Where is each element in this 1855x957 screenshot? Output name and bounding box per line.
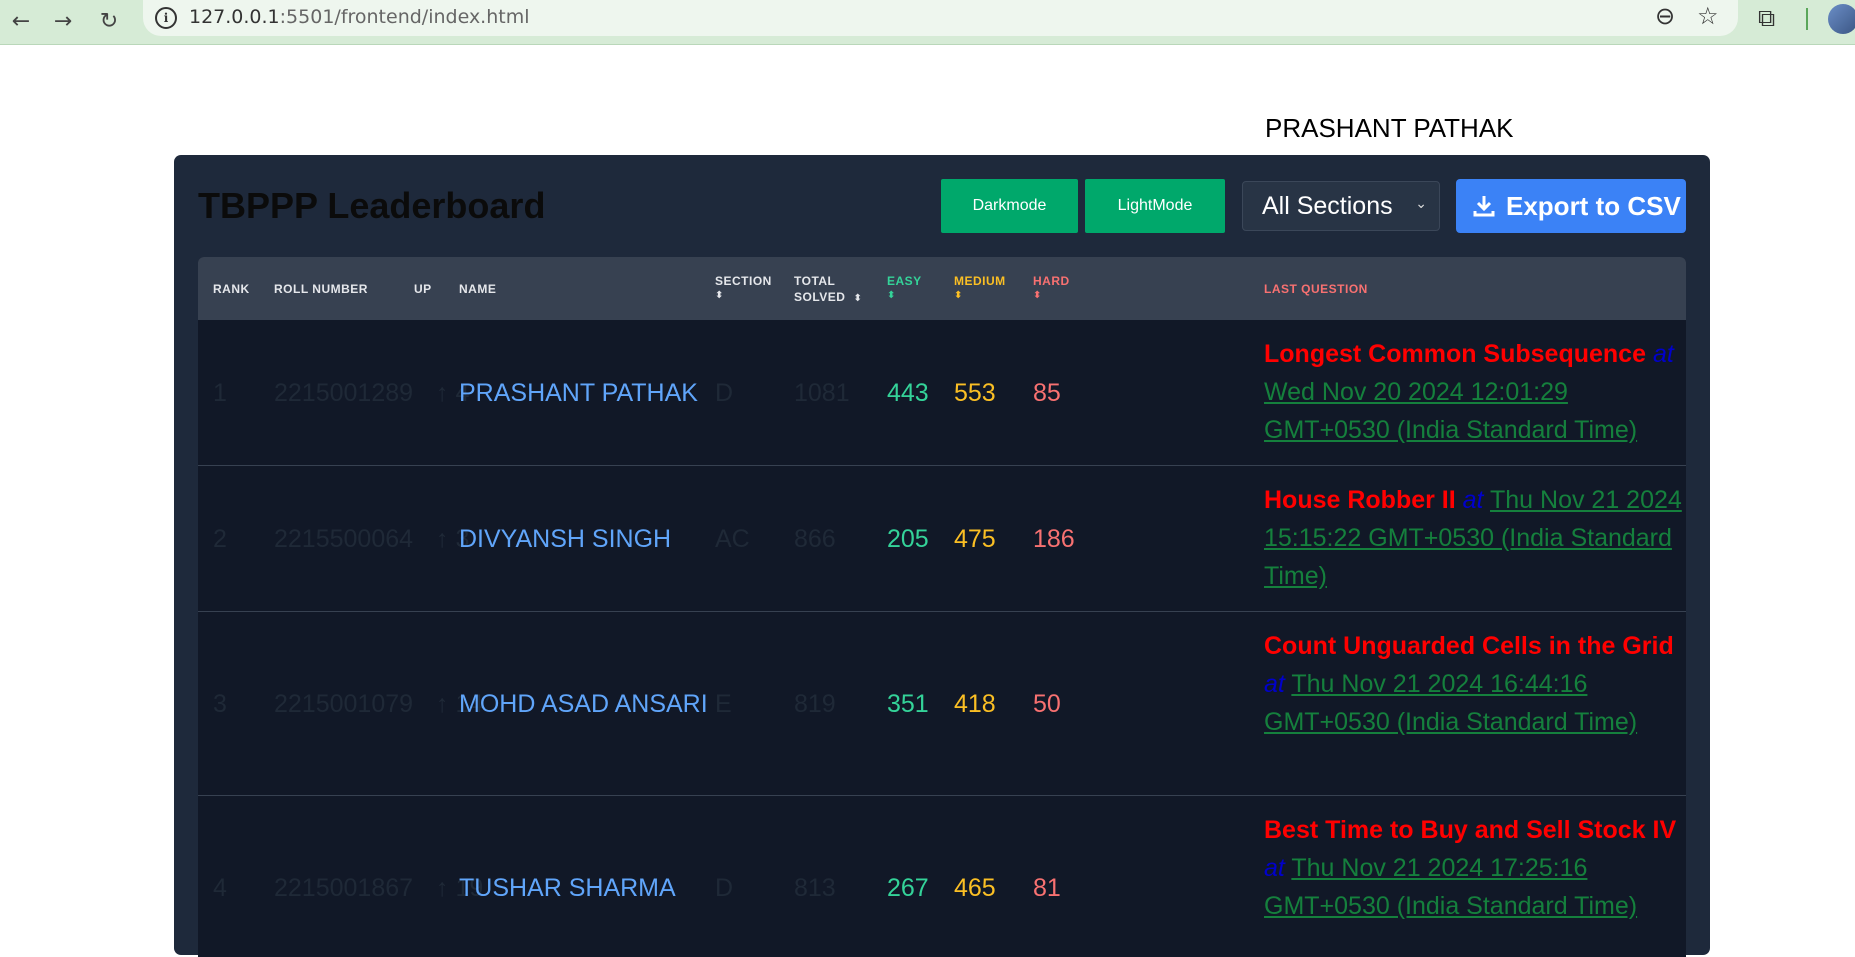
last-question-cell: Count Unguarded Cells in the Grid at Thu… — [1264, 627, 1684, 741]
easy-cell: 267 — [887, 874, 929, 902]
table-row: 1 2215001289 ↑ 4 PRASHANT PATHAK D 1081 … — [198, 320, 1686, 466]
name-link[interactable]: PRASHANT PATHAK — [459, 379, 698, 408]
question-time-link[interactable]: Wed Nov 20 2024 12:01:29 GMT+0530 (India… — [1264, 378, 1637, 444]
total-solved-cell: 813 — [794, 874, 836, 902]
roll-number-cell: 2215001079 — [274, 690, 414, 718]
section-cell: E — [715, 690, 732, 718]
name-link[interactable]: DIVYANSH SINGH — [459, 525, 671, 554]
last-question-cell: Longest Common Subsequence at Wed Nov 20… — [1264, 335, 1684, 449]
toolbar-divider — [1806, 8, 1808, 30]
col-total-label-2: SOLVED — [794, 290, 846, 304]
col-rank[interactable]: RANK — [213, 281, 250, 297]
section-cell: AC — [715, 525, 750, 553]
name-link[interactable]: TUSHAR SHARMA — [459, 874, 676, 903]
url-path: :5501/frontend/index.html — [279, 6, 530, 28]
back-arrow-icon[interactable]: ← — [6, 6, 36, 36]
question-at: at — [1462, 486, 1484, 514]
col-total-label-1: TOTAL — [794, 274, 836, 288]
col-easy-label: EASY — [887, 274, 922, 288]
site-info-icon[interactable]: i — [155, 7, 177, 29]
col-medium-label: MEDIUM — [954, 274, 1006, 288]
col-name[interactable]: NAME — [459, 281, 496, 297]
hard-cell: 81 — [1033, 874, 1061, 902]
question-time-link[interactable]: Thu Nov 21 2024 16:44:16 GMT+0530 (India… — [1264, 670, 1637, 736]
medium-cell: 553 — [954, 379, 996, 407]
question-title: Count Unguarded Cells in the Grid — [1264, 632, 1674, 660]
reload-icon[interactable]: ↻ — [94, 6, 124, 36]
lightmode-button[interactable]: LightMode — [1085, 179, 1225, 233]
col-up[interactable]: UP — [414, 281, 432, 297]
total-solved-cell: 819 — [794, 690, 836, 718]
col-roll-number[interactable]: ROLL NUMBER — [274, 281, 368, 297]
sort-icon[interactable]: ⬍ — [715, 291, 772, 301]
medium-cell: 475 — [954, 525, 996, 553]
sort-icon[interactable]: ⬍ — [954, 291, 1006, 301]
rank-cell: 2 — [213, 525, 227, 553]
darkmode-button[interactable]: Darkmode — [941, 179, 1078, 233]
sort-icon[interactable]: ⬍ — [853, 293, 862, 304]
hard-cell: 50 — [1033, 690, 1061, 718]
easy-cell: 443 — [887, 379, 929, 407]
roll-number-cell: 2215500064 — [274, 525, 414, 553]
profile-avatar[interactable] — [1828, 4, 1855, 34]
section-cell: D — [715, 379, 734, 407]
table-row: 3 2215001079 ↑ 14 MOHD ASAD ANSARI E 819… — [198, 612, 1686, 796]
name-link[interactable]: MOHD ASAD ANSARI — [459, 690, 708, 719]
question-at: at — [1264, 854, 1285, 882]
table-row: 4 2215001867 ↑ 19 TUSHAR SHARMA D 813 26… — [198, 796, 1686, 957]
section-cell: D — [715, 874, 734, 902]
forward-arrow-icon[interactable]: → — [48, 6, 78, 36]
leaderboard-card: TBPPP Leaderboard Darkmode LightMode All… — [174, 155, 1710, 957]
question-time-link[interactable]: Thu Nov 21 2024 17:25:16 GMT+0530 (India… — [1264, 854, 1637, 920]
export-csv-label: Export to CSV — [1506, 190, 1681, 221]
col-total-solved[interactable]: TOTAL SOLVED ⬍ — [794, 273, 862, 307]
roll-number-cell: 2215001867 — [274, 874, 414, 902]
bookmark-star-icon[interactable]: ☆ — [1697, 2, 1719, 30]
col-easy[interactable]: EASY ⬍ — [887, 273, 922, 301]
question-title: Best Time to Buy and Sell Stock IV — [1264, 816, 1677, 844]
easy-cell: 205 — [887, 525, 929, 553]
browser-toolbar: ← → ↻ i 127.0.0.1:5501/frontend/index.ht… — [0, 0, 1855, 45]
page-title: TBPPP Leaderboard — [198, 185, 546, 226]
hard-cell: 85 — [1033, 379, 1061, 407]
col-medium[interactable]: MEDIUM ⬍ — [954, 273, 1006, 301]
roll-number-cell: 2215001289 — [274, 379, 414, 407]
last-question-cell: House Robber II at Thu Nov 21 2024 15:15… — [1264, 481, 1684, 595]
zoom-icon[interactable]: ⊖ — [1655, 2, 1675, 30]
leaderboard-table: RANK ROLL NUMBER UP NAME SECTION ⬍ TOTAL… — [198, 257, 1686, 957]
table-header: RANK ROLL NUMBER UP NAME SECTION ⬍ TOTAL… — [198, 257, 1686, 320]
last-question-cell: Best Time to Buy and Sell Stock IV at Th… — [1264, 811, 1684, 925]
sort-icon[interactable]: ⬍ — [887, 291, 922, 301]
col-section-label: SECTION — [715, 274, 772, 288]
col-last-question: LAST QUESTION — [1264, 282, 1368, 296]
address-bar[interactable]: i 127.0.0.1:5501/frontend/index.html ⊖ ☆ — [143, 0, 1738, 36]
download-icon — [1472, 194, 1496, 218]
sort-icon[interactable]: ⬍ — [1033, 291, 1070, 301]
url-host: 127.0.0.1 — [189, 6, 280, 28]
rank-cell: 3 — [213, 690, 227, 718]
col-hard[interactable]: HARD ⬍ — [1033, 273, 1070, 301]
question-title: Longest Common Subsequence — [1264, 340, 1646, 368]
question-title: House Robber II — [1264, 486, 1456, 514]
chevron-down-icon: ⌄ — [1415, 196, 1427, 212]
section-select-value: All Sections — [1262, 191, 1393, 220]
rank-cell: 4 — [213, 874, 227, 902]
question-at: at — [1652, 340, 1674, 368]
extensions-icon[interactable]: ⧉ — [1758, 4, 1775, 32]
section-select[interactable]: All Sections ⌄ — [1242, 181, 1440, 231]
medium-cell: 465 — [954, 874, 996, 902]
col-hard-label: HARD — [1033, 274, 1070, 288]
rank-cell: 1 — [213, 379, 227, 407]
question-at: at — [1264, 670, 1285, 698]
medium-cell: 418 — [954, 690, 996, 718]
url-text[interactable]: 127.0.0.1:5501/frontend/index.html — [189, 6, 530, 28]
table-row: 2 2215500064 ↑ 3 DIVYANSH SINGH AC 866 2… — [198, 466, 1686, 612]
export-csv-button[interactable]: Export to CSV — [1456, 179, 1686, 233]
hard-cell: 186 — [1033, 525, 1075, 553]
col-section[interactable]: SECTION ⬍ — [715, 273, 772, 301]
total-solved-cell: 866 — [794, 525, 836, 553]
total-solved-cell: 1081 — [794, 379, 850, 407]
easy-cell: 351 — [887, 690, 929, 718]
logged-in-user: PRASHANT PATHAK — [1265, 113, 1514, 143]
